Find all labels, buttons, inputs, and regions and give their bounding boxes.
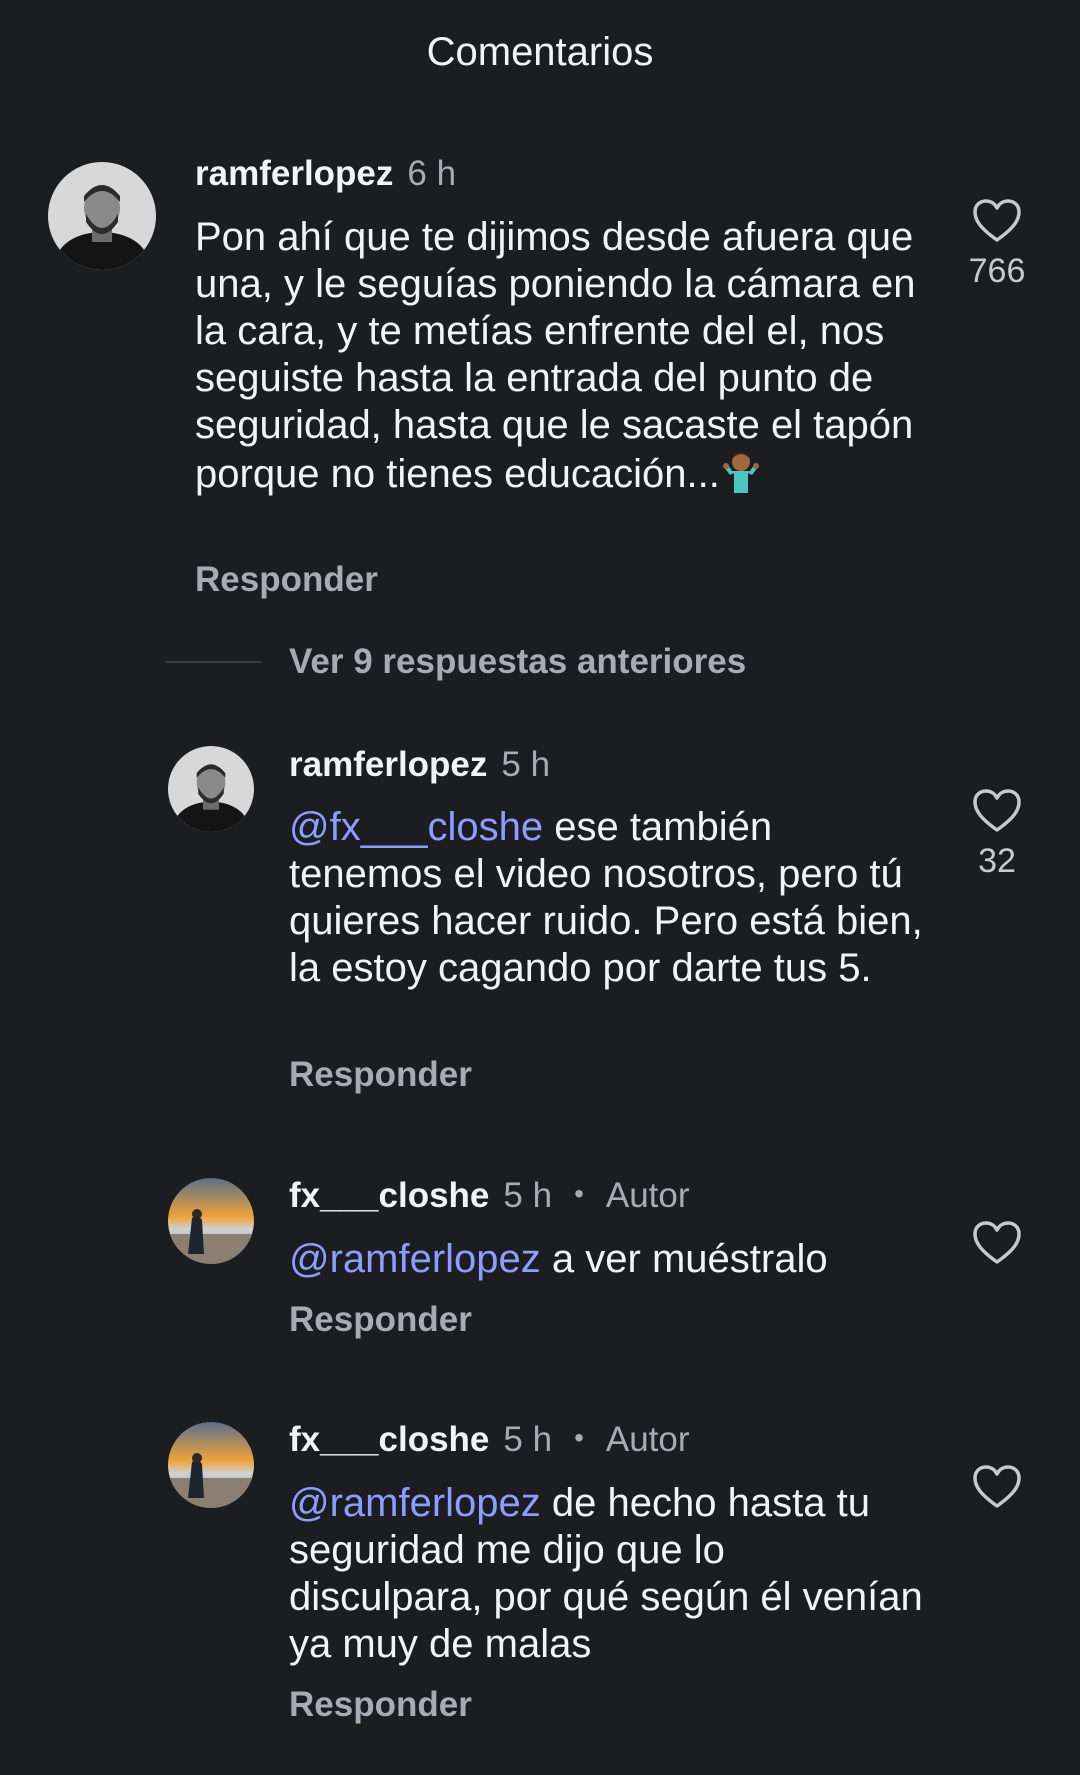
divider <box>165 661 261 663</box>
mention-link[interactable]: @fx___closhe <box>289 805 543 849</box>
like-count: 32 <box>978 842 1016 880</box>
reply-meta: fx___closhe 5 h • Autor <box>289 1176 690 1216</box>
avatar[interactable] <box>48 162 156 270</box>
mention-link[interactable]: @ramferlopez <box>289 1237 541 1281</box>
reply-text: @ramferlopez de hecho hasta tu seguridad… <box>289 1480 929 1668</box>
username[interactable]: ramferlopez <box>289 745 487 784</box>
reply-meta: ramferlopez 5 h <box>289 745 550 785</box>
view-previous-label: Ver 9 respuestas anteriores <box>289 642 747 681</box>
comment-meta: ramferlopez 6 h <box>195 154 456 194</box>
username[interactable]: fx___closhe <box>289 1420 489 1459</box>
author-badge: Autor <box>605 1420 690 1459</box>
like-count: 766 <box>968 252 1026 290</box>
reply-text: @fx___closhe ese también tenemos el vide… <box>289 804 929 992</box>
username[interactable]: fx___closhe <box>289 1176 489 1215</box>
page-title: Comentarios <box>426 30 654 74</box>
timestamp: 5 h <box>501 745 551 784</box>
timestamp: 5 h <box>503 1176 553 1215</box>
avatar[interactable] <box>168 746 254 832</box>
reply-body: a ver muéstralo <box>540 1237 828 1281</box>
separator-dot: • <box>574 1422 584 1453</box>
reply-button[interactable]: Responder <box>195 560 378 600</box>
heart-outline-icon <box>973 1465 1021 1508</box>
like-button[interactable] <box>962 1220 1032 1266</box>
comment-body: Pon ahí que te dijimos desde afuera que … <box>195 215 916 496</box>
heart-outline-icon <box>973 1221 1021 1264</box>
reply-text: @ramferlopez a ver muéstralo <box>289 1236 929 1283</box>
timestamp: 6 h <box>407 154 457 193</box>
reply-meta: fx___closhe 5 h • Autor <box>289 1420 690 1460</box>
reply-button[interactable]: Responder <box>289 1685 472 1725</box>
avatar[interactable] <box>168 1422 254 1508</box>
reply-button[interactable]: Responder <box>289 1300 472 1340</box>
comment-text: Pon ahí que te dijimos desde afuera que … <box>195 214 930 498</box>
author-badge: Autor <box>605 1176 690 1215</box>
username[interactable]: ramferlopez <box>195 154 393 193</box>
timestamp: 5 h <box>503 1420 553 1459</box>
reply-button[interactable]: Responder <box>289 1055 472 1095</box>
view-previous-replies[interactable]: Ver 9 respuestas anteriores <box>165 640 746 684</box>
separator-dot: • <box>574 1178 584 1209</box>
avatar[interactable] <box>168 1178 254 1264</box>
person-shrugging-icon <box>720 449 762 493</box>
heart-outline-icon <box>973 789 1021 832</box>
heart-outline-icon <box>973 199 1021 242</box>
like-button[interactable]: 32 <box>962 788 1032 881</box>
like-button[interactable] <box>962 1464 1032 1510</box>
like-button[interactable]: 766 <box>962 198 1032 291</box>
mention-link[interactable]: @ramferlopez <box>289 1481 541 1525</box>
